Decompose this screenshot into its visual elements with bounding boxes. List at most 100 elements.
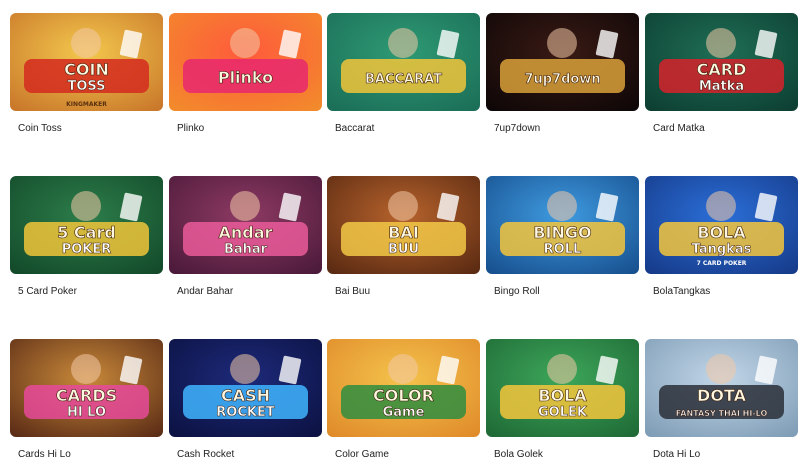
logo-line-2: Bahar: [224, 242, 268, 257]
character-head-icon: [71, 28, 101, 58]
game-artwork: Plinko: [169, 13, 322, 111]
logo-line-2: GOLEK: [538, 405, 588, 420]
game-artwork: DOTA FANTASY THAI HI-LO: [645, 339, 798, 437]
game-title[interactable]: Coin Toss: [18, 123, 62, 134]
game-tile-7up7down[interactable]: 7up7down 7up7down: [486, 13, 639, 134]
game-thumbnail[interactable]: CASH ROCKET: [169, 339, 322, 437]
logo-line-1: BOLA: [538, 386, 587, 405]
game-thumbnail[interactable]: BAI BUU: [327, 176, 480, 274]
logo-line-1: Andar: [219, 223, 273, 242]
game-tile-dota-hi-lo[interactable]: DOTA FANTASY THAI HI-LO Dota Hi Lo: [645, 339, 798, 460]
logo-line-3: 7 CARD POKER: [697, 260, 747, 267]
game-artwork: AndarBahar: [169, 176, 322, 274]
game-thumbnail[interactable]: BOLA Tangkas 7 CARD POKER: [645, 176, 798, 274]
game-tile-bingo-roll[interactable]: BINGO ROLL Bingo Roll: [486, 176, 639, 297]
game-thumbnail[interactable]: Andar Bahar: [169, 176, 322, 274]
game-title[interactable]: Bola Golek: [494, 449, 543, 460]
logo-line-1: BOLA: [697, 223, 746, 242]
game-artwork: CARDMatka: [645, 13, 798, 111]
character-head-icon: [230, 354, 260, 384]
game-tile-bola-golek[interactable]: BOLA GOLEK Bola Golek: [486, 339, 639, 460]
logo-line-1: 5 Card: [57, 223, 116, 242]
game-artwork: 7up7down: [486, 13, 639, 111]
logo-line-2: Matka: [699, 79, 744, 94]
game-tile-cards-hi-lo[interactable]: CARDS HI LO Cards Hi Lo: [10, 339, 163, 460]
game-artwork: BACCARAT: [327, 13, 480, 111]
game-artwork: BOLAGOLEK: [486, 339, 639, 437]
logo-line-1: CARD: [697, 60, 747, 79]
logo-line-2: ROLL: [544, 242, 582, 257]
game-thumbnail[interactable]: BACCARAT: [327, 13, 480, 111]
game-artwork: CARDSHI LO: [10, 339, 163, 437]
game-tile-card-matka[interactable]: CARD Matka Card Matka: [645, 13, 798, 134]
character-head-icon: [230, 191, 260, 221]
logo-line-1: BINGO: [533, 223, 591, 242]
character-head-icon: [547, 28, 577, 58]
logo-line-2: HI LO: [67, 405, 106, 420]
character-head-icon: [388, 354, 418, 384]
logo-line-1: COLOR: [373, 386, 434, 405]
game-title[interactable]: Baccarat: [335, 123, 374, 134]
logo-line-1: CASH: [221, 386, 270, 405]
game-title[interactable]: Bai Buu: [335, 286, 370, 297]
game-thumbnail[interactable]: COLOR Game: [327, 339, 480, 437]
game-artwork: 5 CardPOKER: [10, 176, 163, 274]
character-head-icon: [388, 28, 418, 58]
game-thumbnail[interactable]: DOTA FANTASY THAI HI-LO: [645, 339, 798, 437]
character-head-icon: [547, 191, 577, 221]
game-thumbnail[interactable]: BINGO ROLL: [486, 176, 639, 274]
game-tile-coin-toss[interactable]: COIN TOSS KINGMAKER Coin Toss: [10, 13, 163, 134]
game-title[interactable]: Andar Bahar: [177, 286, 233, 297]
logo-line-2: Game: [383, 405, 425, 420]
game-tile-cash-rocket[interactable]: CASH ROCKET Cash Rocket: [169, 339, 322, 460]
game-artwork: BOLATangkas 7 CARD POKER: [645, 176, 798, 274]
game-thumbnail[interactable]: BOLA GOLEK: [486, 339, 639, 437]
game-tile-5-card-poker[interactable]: 5 Card POKER 5 Card Poker: [10, 176, 163, 297]
character-head-icon: [706, 354, 736, 384]
logo-line-1: COIN: [64, 60, 109, 79]
character-head-icon: [706, 28, 736, 58]
character-head-icon: [230, 28, 260, 58]
character-head-icon: [706, 191, 736, 221]
logo-line-2: BUU: [388, 242, 419, 257]
game-title[interactable]: Card Matka: [653, 123, 705, 134]
game-tile-baccarat[interactable]: BACCARAT Baccarat: [327, 13, 480, 134]
game-tile-bai-buu[interactable]: BAI BUU Bai Buu: [327, 176, 480, 297]
character-head-icon: [71, 191, 101, 221]
character-head-icon: [71, 354, 101, 384]
game-title[interactable]: Dota Hi Lo: [653, 449, 700, 460]
game-thumbnail[interactable]: CARD Matka: [645, 13, 798, 111]
game-thumbnail[interactable]: COIN TOSS KINGMAKER: [10, 13, 163, 111]
game-tile-plinko[interactable]: Plinko Plinko: [169, 13, 322, 134]
game-artwork: CASHROCKET: [169, 339, 322, 437]
game-title[interactable]: 5 Card Poker: [18, 286, 77, 297]
game-thumbnail[interactable]: Plinko: [169, 13, 322, 111]
character-head-icon: [388, 191, 418, 221]
game-title[interactable]: BolaTangkas: [653, 286, 710, 297]
game-title[interactable]: 7up7down: [494, 123, 540, 134]
logo-line-1: BACCARAT: [365, 72, 442, 87]
game-thumbnail[interactable]: CARDS HI LO: [10, 339, 163, 437]
game-title[interactable]: Plinko: [177, 123, 204, 134]
logo-line-1: CARDS: [56, 386, 117, 405]
logo-line-1: 7up7down: [524, 72, 600, 87]
logo-line-2: ROCKET: [216, 405, 275, 420]
logo-line-1: DOTA: [697, 386, 747, 405]
game-artwork: BINGOROLL: [486, 176, 639, 274]
game-artwork: BAIBUU: [327, 176, 480, 274]
game-thumbnail[interactable]: 7up7down: [486, 13, 639, 111]
game-title[interactable]: Cards Hi Lo: [18, 449, 71, 460]
logo-line-2: Tangkas: [692, 242, 752, 257]
game-artwork: COINTOSS KINGMAKER: [10, 13, 163, 111]
game-tile-color-game[interactable]: COLOR Game Color Game: [327, 339, 480, 460]
game-title[interactable]: Bingo Roll: [494, 286, 540, 297]
logo-line-2: POKER: [62, 242, 112, 257]
game-tile-bolatangkas[interactable]: BOLA Tangkas 7 CARD POKER BolaTangkas: [645, 176, 798, 297]
game-title[interactable]: Color Game: [335, 449, 389, 460]
logo-line-1: BAI: [388, 223, 419, 242]
logo-line-1: Plinko: [218, 68, 273, 87]
game-title[interactable]: Cash Rocket: [177, 449, 234, 460]
game-artwork: COLORGame: [327, 339, 480, 437]
game-tile-andar-bahar[interactable]: Andar Bahar Andar Bahar: [169, 176, 322, 297]
game-thumbnail[interactable]: 5 Card POKER: [10, 176, 163, 274]
